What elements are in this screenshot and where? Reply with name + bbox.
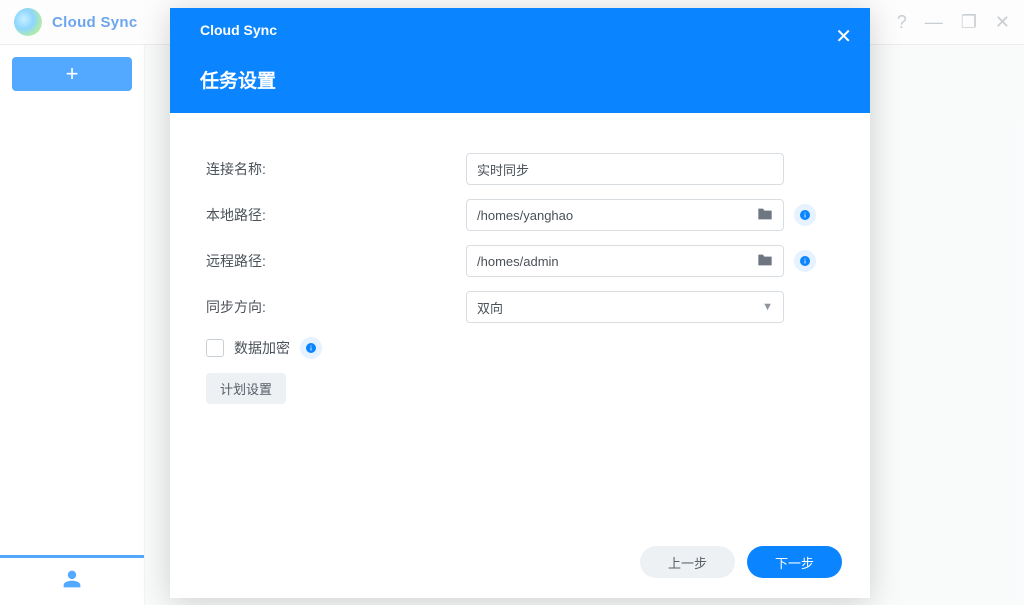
label-encryption: 数据加密	[234, 338, 290, 358]
folder-icon[interactable]	[757, 253, 773, 270]
local-path-field[interactable]	[477, 208, 757, 223]
label-sync-direction: 同步方向:	[206, 297, 466, 317]
folder-icon[interactable]	[757, 207, 773, 224]
connection-name-input[interactable]	[466, 153, 784, 185]
modal-footer: 上一步 下一步	[170, 532, 870, 598]
schedule-button[interactable]: 计划设置	[206, 373, 286, 404]
encryption-checkbox[interactable]	[206, 339, 224, 357]
row-connection-name: 连接名称:	[206, 153, 834, 185]
label-connection-name: 连接名称:	[206, 159, 466, 179]
modal-title: Cloud Sync	[200, 22, 850, 38]
next-button[interactable]: 下一步	[747, 546, 842, 578]
remote-path-input[interactable]	[466, 245, 784, 277]
row-remote-path: 远程路径:	[206, 245, 834, 277]
modal-header: Cloud Sync 任务设置 ✕	[170, 8, 870, 113]
label-remote-path: 远程路径:	[206, 251, 466, 271]
info-icon[interactable]	[300, 337, 322, 359]
task-settings-modal: Cloud Sync 任务设置 ✕ 连接名称: 本地路径:	[170, 8, 870, 598]
sync-direction-select[interactable]: 双向 ▼	[466, 291, 784, 323]
remote-path-field[interactable]	[477, 254, 757, 269]
row-encryption: 数据加密	[206, 337, 834, 359]
connection-name-field[interactable]	[477, 162, 773, 177]
local-path-input[interactable]	[466, 199, 784, 231]
row-sync-direction: 同步方向: 双向 ▼	[206, 291, 834, 323]
modal-body: 连接名称: 本地路径:	[170, 113, 870, 532]
info-icon[interactable]	[794, 204, 816, 226]
label-local-path: 本地路径:	[206, 205, 466, 225]
info-icon[interactable]	[794, 250, 816, 272]
sync-direction-value: 双向	[477, 298, 503, 317]
close-icon[interactable]: ✕	[835, 24, 852, 49]
chevron-down-icon: ▼	[762, 301, 773, 313]
modal-subtitle: 任务设置	[200, 66, 850, 93]
prev-button[interactable]: 上一步	[640, 546, 735, 578]
row-local-path: 本地路径:	[206, 199, 834, 231]
